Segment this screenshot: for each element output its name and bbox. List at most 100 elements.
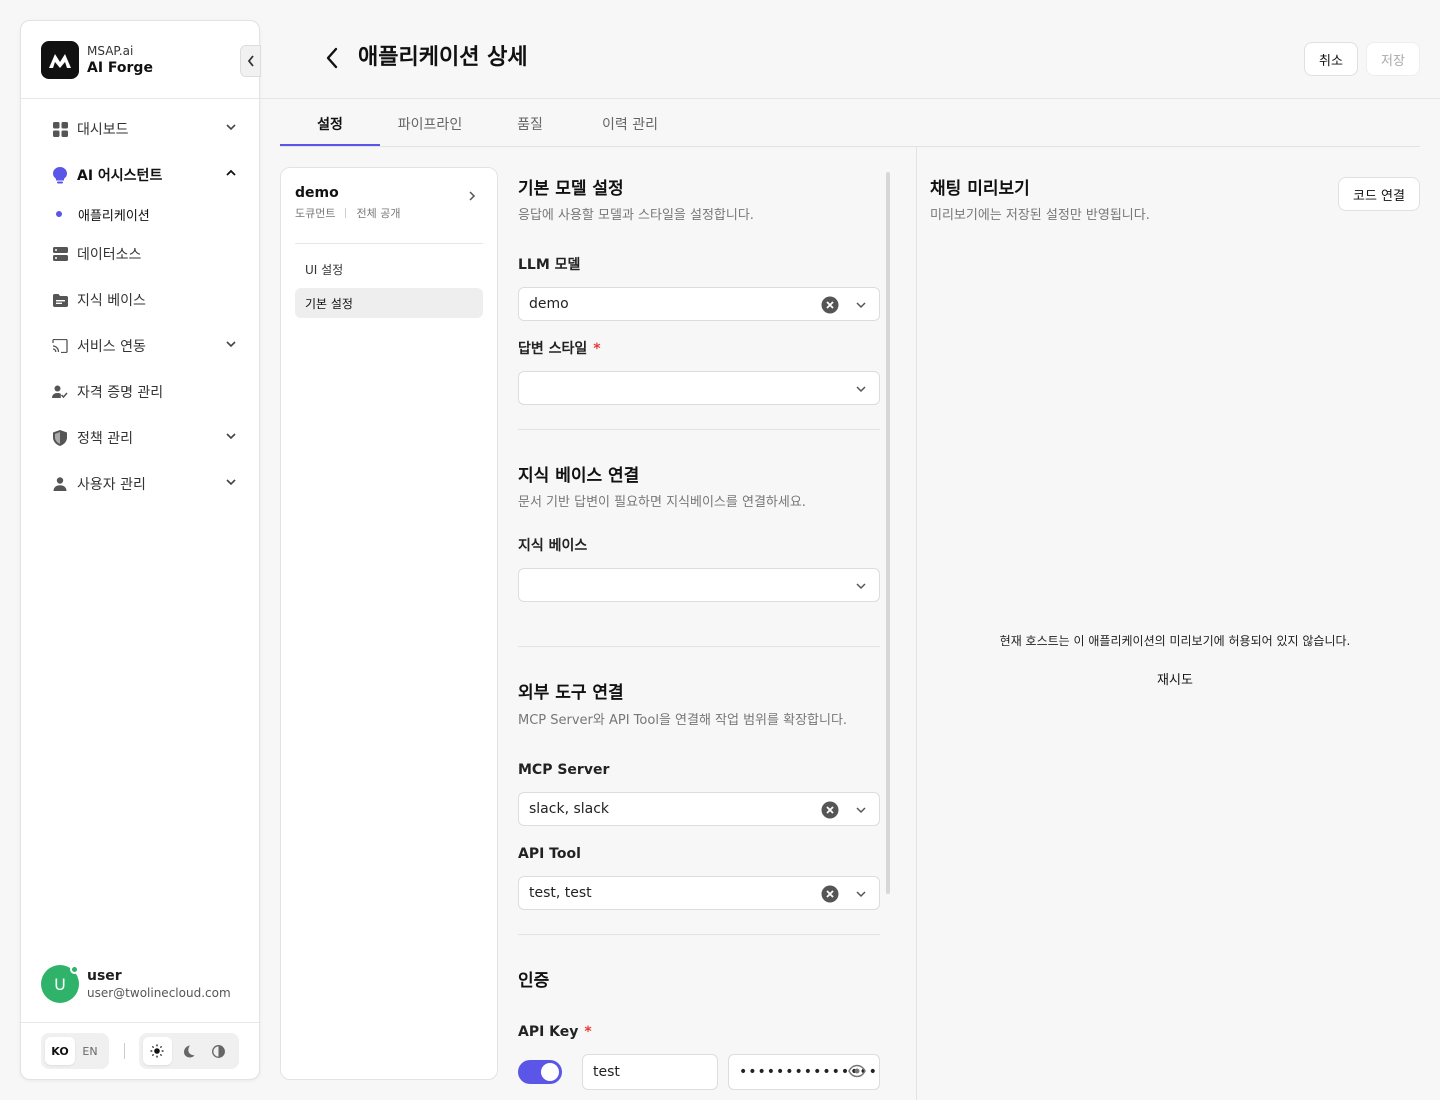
- api-tool-select[interactable]: test, test: [518, 876, 880, 910]
- settings-form: 기본 모델 설정 응답에 사용할 모델과 스타일을 설정합니다. LLM 모델 …: [498, 167, 916, 1100]
- settings-item-ui[interactable]: UI 설정: [295, 254, 483, 284]
- sidebar-item-policy[interactable]: 정책 관리: [33, 420, 249, 456]
- chevron-down-icon: [226, 341, 236, 348]
- divider: [916, 147, 917, 1100]
- sidebar-item-label: 데이터소스: [77, 247, 142, 263]
- chevron-down-icon: [226, 124, 236, 131]
- chevron-down-icon: [226, 479, 236, 486]
- avatar: U: [41, 965, 79, 1003]
- user-profile[interactable]: U user user@twolinecloud.com: [41, 965, 231, 1003]
- select-value: slack, slack: [529, 801, 610, 817]
- api-key-toggle[interactable]: [518, 1060, 562, 1084]
- divider: [260, 98, 1440, 99]
- divider: [21, 98, 259, 99]
- cast-icon: [52, 338, 68, 354]
- theme-light-button[interactable]: [143, 1037, 172, 1065]
- back-button[interactable]: [318, 44, 346, 72]
- chevron-down-icon: [856, 807, 866, 814]
- sidebar-item-dashboard[interactable]: 대시보드: [33, 111, 249, 147]
- sidebar-item-label: 지식 베이스: [77, 293, 146, 309]
- theme-dark-button[interactable]: [174, 1037, 203, 1065]
- chevron-down-icon: [856, 302, 866, 309]
- section-title: 인증: [518, 971, 550, 991]
- llm-model-label: LLM 모델: [518, 257, 581, 273]
- sidebar-item-applications[interactable]: 애플리케이션: [33, 196, 249, 232]
- divider: [280, 146, 1420, 147]
- eye-icon[interactable]: [848, 1064, 866, 1078]
- theme-switch: [139, 1033, 239, 1069]
- document-visibility: 전체 공개: [356, 207, 401, 220]
- sidebar-item-label: 대시보드: [77, 122, 129, 138]
- save-button[interactable]: 저장: [1366, 42, 1420, 76]
- divider: [124, 1043, 125, 1059]
- chevron-up-icon: [226, 169, 236, 176]
- chevron-left-icon: [247, 55, 254, 67]
- sidebar-item-label: 사용자 관리: [77, 477, 146, 493]
- select-value: demo: [529, 296, 569, 312]
- document-header[interactable]: demo 도큐먼트 전체 공개: [295, 184, 483, 221]
- avatar-initial: U: [54, 974, 66, 994]
- clear-icon[interactable]: [821, 296, 839, 314]
- required-mark: *: [584, 1024, 592, 1040]
- chevron-down-icon: [856, 583, 866, 590]
- sidebar: MSAP.ai AI Forge 대시보드 AI 어시스턴트 애플리케이션 데이…: [20, 20, 261, 1080]
- sidebar-item-ai-assistant[interactable]: AI 어시스턴트: [33, 157, 249, 193]
- preview-title: 채팅 미리보기: [930, 179, 1030, 199]
- contrast-icon: [212, 1044, 226, 1058]
- clear-icon[interactable]: [821, 885, 839, 903]
- settings-item-basic[interactable]: 기본 설정: [295, 288, 483, 318]
- tab-history[interactable]: 이력 관리: [580, 114, 680, 146]
- sidebar-item-service-integration[interactable]: 서비스 연동: [33, 328, 249, 364]
- scrollbar[interactable]: [886, 172, 890, 894]
- document-name: demo: [295, 185, 339, 201]
- chevron-right-icon: [469, 191, 476, 201]
- user-name: user: [87, 968, 122, 984]
- collapse-sidebar-button[interactable]: [240, 45, 261, 77]
- active-dot-icon: [56, 211, 62, 217]
- knowledge-base-select[interactable]: [518, 568, 880, 602]
- lang-ko-button[interactable]: KO: [45, 1037, 75, 1065]
- tab-pipeline[interactable]: 파이프라인: [380, 114, 480, 146]
- toggle-knob: [541, 1063, 559, 1081]
- tab-quality[interactable]: 품질: [480, 114, 580, 146]
- sidebar-item-label: 정책 관리: [77, 431, 133, 447]
- api-key-name-input[interactable]: [582, 1054, 718, 1090]
- shield-icon: [52, 430, 68, 446]
- user-email: user@twolinecloud.com: [87, 986, 231, 1000]
- sidebar-item-knowledge-base[interactable]: 지식 베이스: [33, 282, 249, 318]
- sidebar-item-datasource[interactable]: 데이터소스: [33, 236, 249, 272]
- brand-org: MSAP.ai: [87, 44, 134, 58]
- sidebar-item-label: 자격 증명 관리: [77, 385, 164, 401]
- section-description: 문서 기반 답변이 필요하면 지식베이스를 연결하세요.: [518, 495, 806, 510]
- lang-en-button[interactable]: EN: [75, 1037, 105, 1065]
- sidebar-item-credentials[interactable]: 자격 증명 관리: [33, 374, 249, 410]
- llm-model-select[interactable]: demo: [518, 287, 880, 321]
- sidebar-item-users[interactable]: 사용자 관리: [33, 466, 249, 502]
- code-connect-button[interactable]: 코드 연결: [1338, 177, 1420, 211]
- active-tab-indicator: [280, 144, 380, 146]
- answer-style-label: 답변 스타일 *: [518, 340, 601, 358]
- brand[interactable]: MSAP.ai AI Forge: [41, 41, 153, 79]
- document-type: 도큐먼트: [295, 207, 336, 220]
- language-switch: KO EN: [41, 1033, 109, 1069]
- cancel-button[interactable]: 취소: [1304, 42, 1358, 76]
- section-title: 지식 베이스 연결: [518, 466, 640, 486]
- preview-description: 미리보기에는 저장된 설정만 반영됩니다.: [930, 208, 1150, 223]
- required-mark: *: [593, 341, 601, 357]
- grid-icon: [52, 121, 68, 137]
- user-icon: [52, 476, 68, 492]
- section-description: MCP Server와 API Tool을 연결해 작업 범위를 확장합니다.: [518, 713, 848, 728]
- answer-style-select[interactable]: [518, 371, 880, 405]
- section-title: 외부 도구 연결: [518, 683, 624, 703]
- theme-contrast-button[interactable]: [204, 1037, 233, 1065]
- retry-button[interactable]: 재시도: [1145, 666, 1205, 690]
- page-title: 애플리케이션 상세: [358, 45, 528, 70]
- tab-settings[interactable]: 설정: [280, 114, 380, 146]
- arrow-left-icon: [326, 47, 338, 69]
- clear-icon[interactable]: [821, 801, 839, 819]
- select-value: test, test: [529, 885, 592, 901]
- divider: [21, 1022, 259, 1023]
- sidebar-item-label: 애플리케이션: [78, 208, 150, 224]
- section-description: 응답에 사용할 모델과 스타일을 설정합니다.: [518, 208, 754, 223]
- mcp-server-select[interactable]: slack, slack: [518, 792, 880, 826]
